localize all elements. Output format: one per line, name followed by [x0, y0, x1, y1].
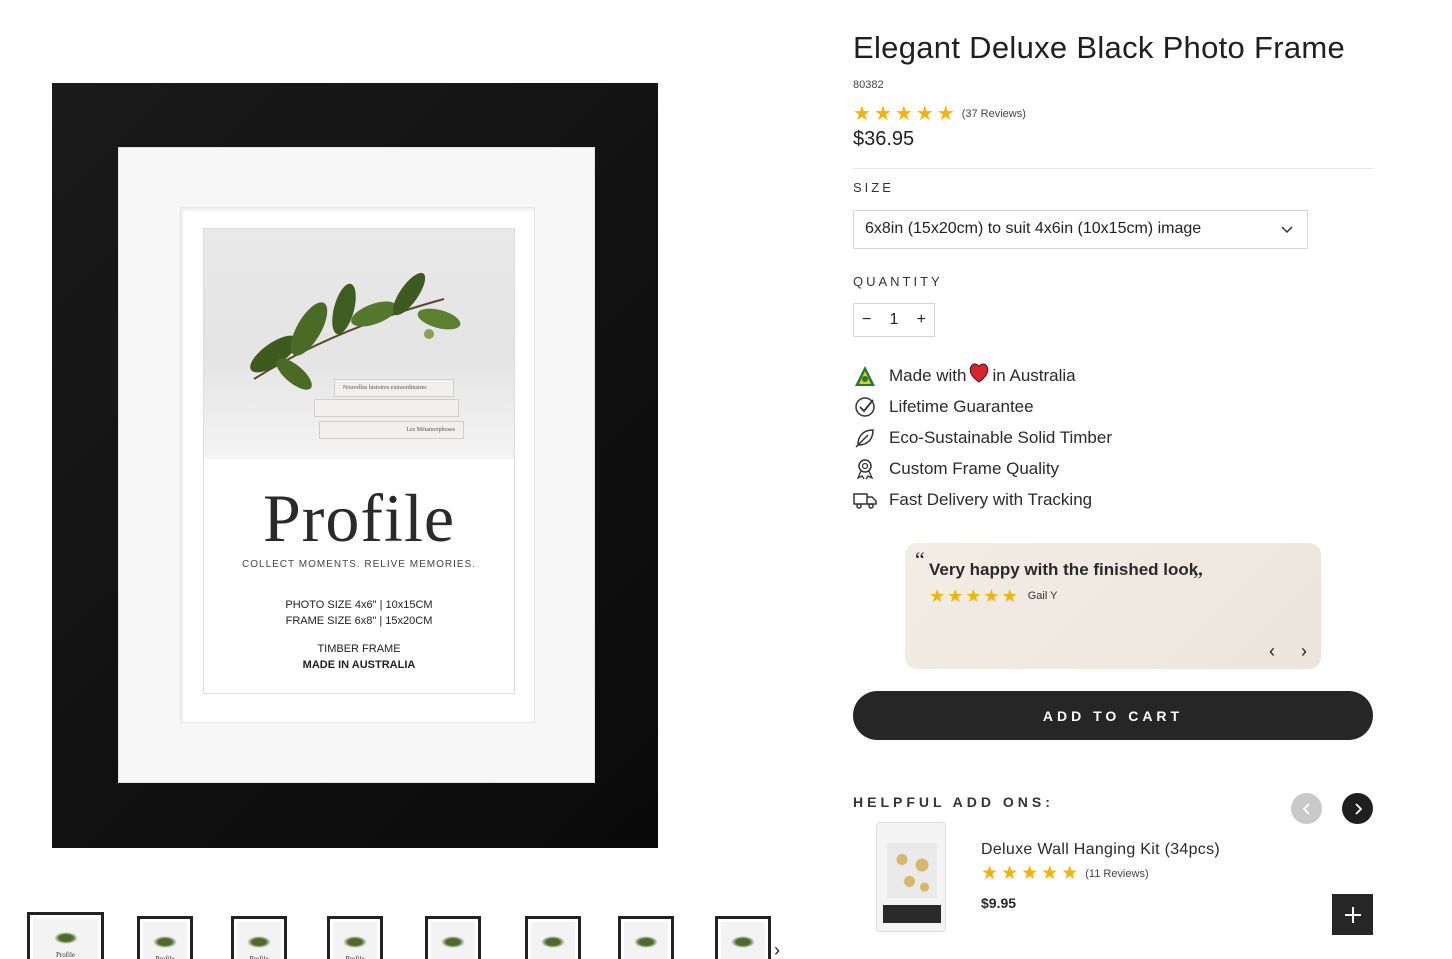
feature-text: Lifetime Guarantee — [889, 396, 1034, 416]
star-icon: ★ — [983, 586, 1000, 606]
add-addon-button[interactable] — [1332, 894, 1373, 935]
quantity-stepper: − 1 + — [853, 303, 935, 337]
star-icon: ★ — [1041, 863, 1059, 884]
feature-lifetime-guarantee: Lifetime Guarantee — [853, 391, 1112, 422]
heart-icon — [968, 363, 990, 388]
feature-made-in-australia: Made with in Australia — [853, 360, 1112, 391]
addon-rating: ★ ★ ★ ★ ★ (11 Reviews) — [981, 864, 1149, 884]
chevron-right-icon[interactable]: › — [774, 940, 780, 959]
brand-wordmark: Profile — [262, 480, 456, 556]
chevron-left-icon — [1302, 802, 1310, 815]
thumbnail-3[interactable]: Profile — [231, 916, 287, 959]
quantity-input[interactable]: 1 — [890, 311, 899, 329]
feature-text: Made with — [889, 365, 967, 385]
star-icon: ★ — [1001, 863, 1019, 884]
product-rating[interactable]: ★ ★ ★ ★ ★ (37 Reviews) — [853, 104, 1026, 124]
white-mat: Nouvelles histoires extraordinaires Les … — [118, 147, 595, 783]
quantity-plus-button[interactable]: + — [917, 311, 926, 329]
main-product-image[interactable]: Nouvelles histoires extraordinaires Les … — [52, 83, 658, 848]
star-icon: ★ — [894, 103, 913, 125]
chevron-left-icon[interactable]: ‹ — [1269, 641, 1275, 662]
star-icon: ★ — [947, 586, 964, 606]
feature-text: Eco-Sustainable Solid Timber — [889, 427, 1113, 447]
chevron-right-icon[interactable]: › — [1301, 641, 1307, 662]
thumbnail-6[interactable] — [525, 916, 581, 959]
star-icon: ★ — [929, 586, 946, 606]
chevron-right-icon — [1354, 802, 1362, 815]
thumbnail-8[interactable] — [715, 916, 771, 959]
close-quote: ” — [1193, 567, 1203, 592]
review-rating: ★ ★ ★ ★ ★ Gail Y — [929, 586, 1057, 606]
feature-list: Made with in Australia Lifetime Guarante… — [853, 360, 1112, 515]
product-title: Elegant Deluxe Black Photo Frame — [853, 30, 1346, 65]
book: Les Métamorphoses — [319, 421, 464, 439]
thumbnail-7[interactable] — [618, 916, 674, 959]
addon-product-name[interactable]: Deluxe Wall Hanging Kit (34pcs) — [981, 841, 1220, 859]
addons-prev-button[interactable] — [1291, 793, 1322, 824]
feature-fast-delivery: Fast Delivery with Tracking — [853, 484, 1112, 515]
star-icon: ★ — [853, 103, 871, 125]
star-icon: ★ — [1061, 863, 1079, 884]
plus-icon — [1344, 906, 1361, 923]
open-quote: “ — [915, 547, 925, 572]
feature-text: Fast Delivery with Tracking — [889, 489, 1093, 509]
thumbnail-strip: Profile Profile Profile Profile — [27, 912, 787, 959]
addon-price: $9.95 — [981, 895, 1017, 911]
review-carousel: “ Very happy with the finished look. ” ★… — [905, 543, 1321, 669]
thumbnail-1[interactable]: Profile — [27, 912, 104, 959]
addon-product-image[interactable] — [876, 822, 946, 932]
star-icon: ★ — [981, 863, 999, 884]
leaf-branch-icon — [250, 272, 461, 390]
star-icon: ★ — [936, 103, 955, 125]
frame-size-text: FRAME SIZE 6x8" | 15x20CM — [285, 615, 433, 627]
check-badge-icon — [853, 395, 877, 419]
size-label: SIZE — [853, 180, 894, 195]
thumbnail-4[interactable]: Profile — [327, 916, 383, 959]
timber-frame-text: TIMBER FRAME — [317, 643, 401, 655]
product-sku: 80382 — [853, 79, 884, 91]
size-selected-value: 6x8in (15x20cm) to suit 4x6in (10x15cm) … — [865, 220, 1202, 237]
feature-eco-timber: Eco-Sustainable Solid Timber — [853, 422, 1112, 453]
addon-reviews-count[interactable]: (11 Reviews) — [1085, 868, 1148, 880]
photo-size-text: PHOTO SIZE 4x6" | 10x15CM — [285, 599, 433, 611]
star-icon: ★ — [1001, 586, 1018, 606]
feature-custom-quality: Custom Frame Quality — [853, 453, 1112, 484]
quantity-label: QUANTITY — [853, 274, 943, 289]
photo-insert: Nouvelles histoires extraordinaires Les … — [203, 228, 515, 694]
reviewer-name: Gail Y — [1027, 590, 1058, 602]
star-icon: ★ — [915, 103, 934, 125]
hanging-kit-pieces — [887, 843, 937, 898]
add-to-cart-button[interactable]: ADD TO CART — [853, 691, 1373, 740]
thumbnail-5[interactable] — [425, 916, 481, 959]
chevron-down-icon — [1281, 221, 1293, 237]
star-icon: ★ — [873, 103, 892, 125]
thumbnail-2[interactable]: Profile — [137, 916, 193, 959]
addons-heading: HELPFUL ADD ONS: — [853, 794, 1054, 810]
quantity-minus-button[interactable]: − — [862, 311, 871, 329]
photo-scene: Nouvelles histoires extraordinaires Les … — [204, 229, 514, 459]
brand-tagline: COLLECT MOMENTS. RELIVE MEMORIES. — [242, 559, 476, 570]
star-icon: ★ — [1021, 863, 1039, 884]
made-in-text: MADE IN AUSTRALIA — [302, 659, 416, 671]
feature-text: Custom Frame Quality — [889, 458, 1060, 478]
feature-text: in Australia — [992, 365, 1076, 385]
inner-mat: Nouvelles histoires extraordinaires Les … — [180, 207, 535, 723]
divider — [853, 168, 1373, 169]
size-select[interactable]: 6x8in (15x20cm) to suit 4x6in (10x15cm) … — [853, 210, 1308, 249]
star-icon: ★ — [965, 586, 982, 606]
reviews-count[interactable]: (37 Reviews) — [962, 108, 1026, 120]
hanging-kit-label — [883, 905, 941, 923]
award-ribbon-icon — [853, 457, 877, 481]
truck-icon — [853, 488, 877, 512]
review-text: Very happy with the finished look. — [929, 560, 1203, 579]
addons-next-button[interactable] — [1342, 793, 1373, 824]
leaf-icon — [853, 426, 877, 450]
product-price: $36.95 — [853, 128, 915, 150]
australian-made-icon — [853, 364, 877, 388]
